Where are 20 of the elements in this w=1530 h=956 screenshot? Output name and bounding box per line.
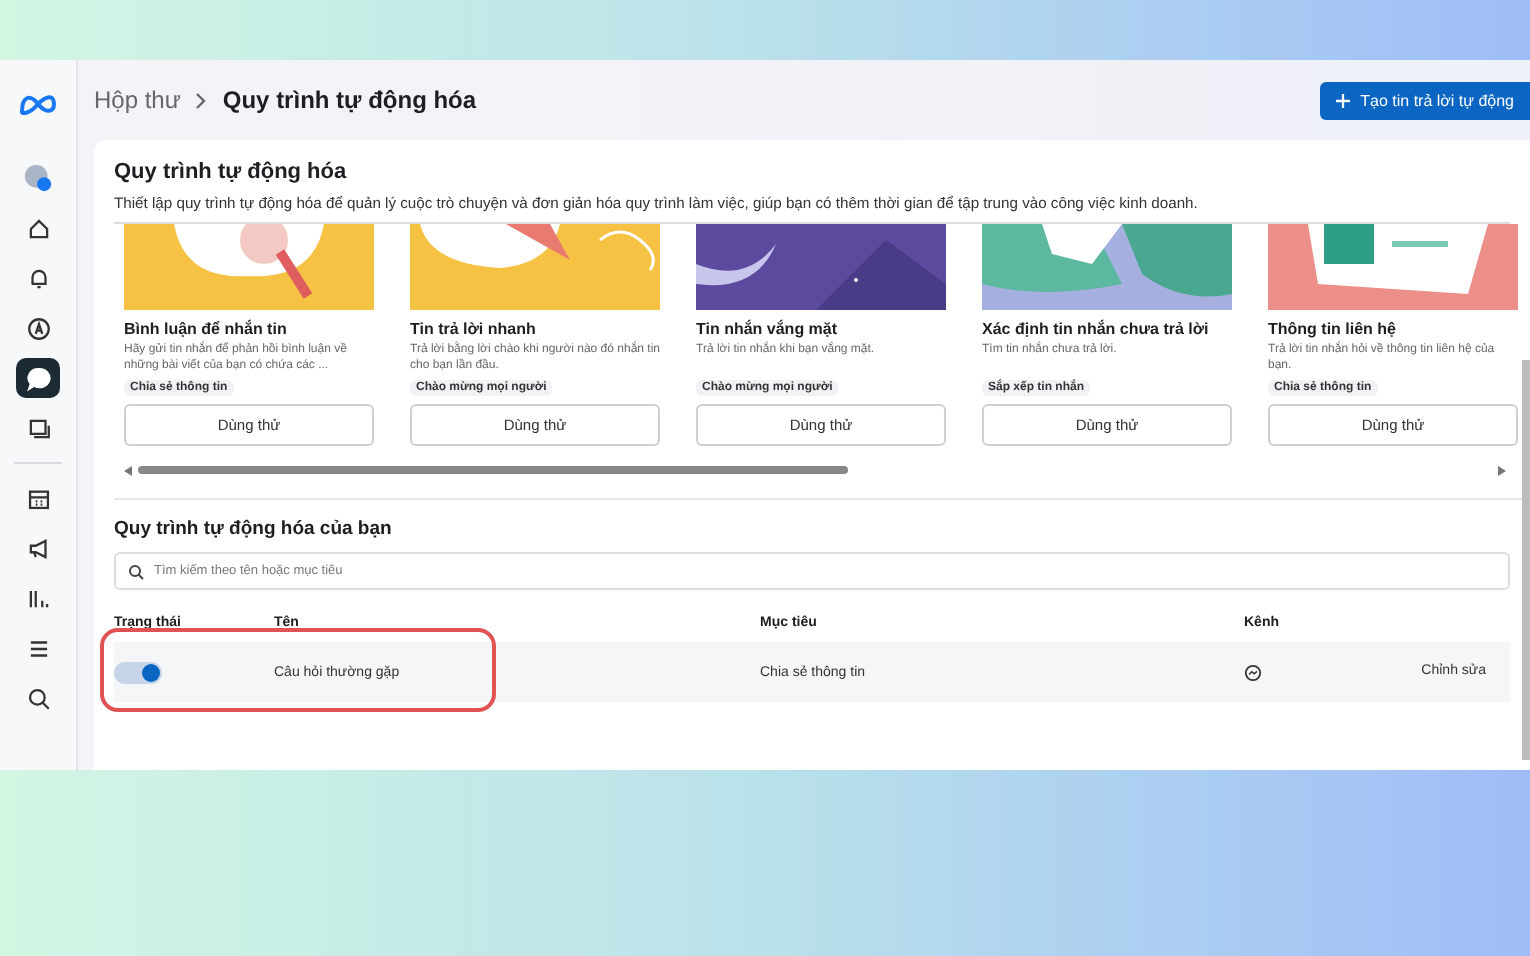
chat-bubble-icon (1244, 663, 1262, 681)
scrollbar-thumb[interactable] (138, 466, 848, 474)
section-title: Quy trình tự động hóa (114, 160, 349, 184)
scroll-right-icon[interactable] (1498, 465, 1506, 475)
scroll-left-icon[interactable] (124, 465, 132, 475)
plus-icon (1336, 93, 1351, 107)
template-title: Tin nhắn vắng mặt (696, 320, 840, 338)
toggle-switch[interactable] (114, 661, 162, 683)
template-title: Thông tin liên hệ (1268, 320, 1398, 338)
breadcrumb-link[interactable]: Hộp thư (94, 86, 181, 114)
scrollbar[interactable] (1522, 360, 1530, 760)
search-icon (128, 563, 144, 579)
template-title: Bình luận để nhắn tin (124, 320, 289, 338)
chevron-icon (194, 91, 209, 109)
chat-bubble-icon[interactable] (16, 358, 60, 398)
create-reply-button[interactable]: Tạo tin trả lời tự động (1320, 81, 1530, 119)
template-title: Xác định tin nhắn chưa trả lời (982, 320, 1211, 338)
section-title: Quy trình tự động hóa của bạn (114, 518, 394, 540)
template-title: Tin trả lời nhanh (410, 320, 538, 338)
page-title: Quy trình tự động hóa (222, 86, 477, 114)
